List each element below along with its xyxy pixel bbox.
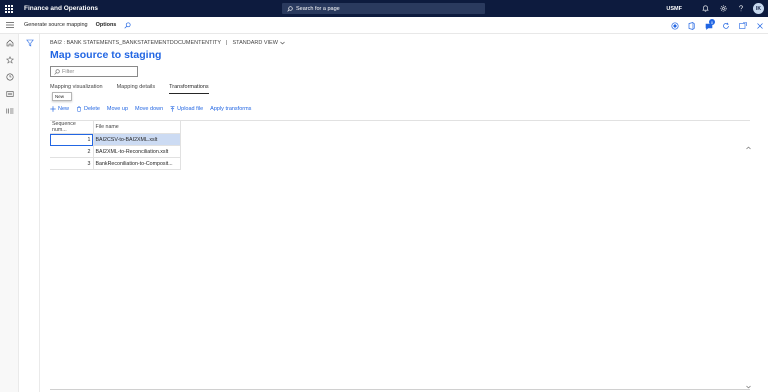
generate-source-mapping-button[interactable]: Generate source mapping <box>24 22 88 28</box>
tab-strip: Mapping visualization Mapping details Tr… <box>50 84 223 94</box>
notification-badge: 0 <box>709 19 715 25</box>
workspaces-icon[interactable] <box>0 86 19 102</box>
view-selector[interactable]: STANDARD VIEW <box>232 40 277 46</box>
app-title[interactable]: Finance and Operations <box>24 5 98 12</box>
file-name-cell[interactable]: BAI2CSV-to-BAI2XML.xslt <box>93 133 181 146</box>
table-row[interactable]: 2 BAI2XML-to-Reconciliation.xslt <box>50 145 181 158</box>
filter-pane <box>19 34 40 392</box>
move-up-button[interactable]: Move up <box>107 106 128 112</box>
sequence-cell[interactable]: 3 <box>50 157 94 170</box>
refresh-icon[interactable] <box>717 17 734 34</box>
hamburger-menu-icon[interactable] <box>0 17 19 34</box>
move-down-button[interactable]: Move down <box>135 106 163 112</box>
page-title: Map source to staging <box>50 49 162 61</box>
favorites-star-icon[interactable] <box>0 52 19 68</box>
table-row[interactable]: 3 BankReconiliation-to-Composit... <box>50 157 181 170</box>
filter-search-icon <box>54 68 60 75</box>
file-name-cell[interactable]: BankReconiliation-to-Composit... <box>93 157 181 170</box>
breadcrumb-entity: BAI2 : BANK STATEMENTS_BANKSTATEMENTDOCU… <box>50 40 222 46</box>
home-icon[interactable] <box>0 35 19 51</box>
notification-icon[interactable]: 0 <box>700 17 717 34</box>
breadcrumb: BAI2 : BANK STATEMENTS_BANKSTATEMENTDOCU… <box>50 40 285 46</box>
new-label: New <box>58 106 70 112</box>
app-launcher-icon[interactable] <box>0 0 18 17</box>
delete-label: Delete <box>84 106 100 112</box>
options-tab[interactable]: Options <box>96 22 117 28</box>
new-button[interactable]: New <box>50 106 69 112</box>
upload-file-button[interactable]: Upload file <box>170 106 203 112</box>
breadcrumb-separator: | <box>226 40 228 46</box>
column-header-file-name[interactable]: File name <box>93 121 181 134</box>
grid-table: Sequence num... File name 1 BAI2CSV-to-B… <box>50 121 181 170</box>
column-header-sequence[interactable]: Sequence num... <box>50 121 94 134</box>
file-name-cell[interactable]: BAI2XML-to-Reconciliation.xslt <box>93 145 181 158</box>
filter-funnel-icon[interactable] <box>19 35 40 51</box>
chevron-down-icon[interactable] <box>280 41 285 45</box>
close-icon[interactable] <box>751 17 768 34</box>
trash-icon <box>76 106 82 112</box>
gear-icon[interactable] <box>714 0 732 17</box>
grid-toolbar: New Delete Move up Move down Upload file… <box>50 104 258 114</box>
modules-list-icon[interactable] <box>0 103 19 119</box>
top-navigation-bar: Finance and Operations Search for a page… <box>0 0 768 17</box>
grid-header-row: Sequence num... File name <box>50 121 181 134</box>
global-search-box[interactable]: Search for a page <box>282 3 485 14</box>
sequence-cell[interactable]: 1 <box>50 133 94 146</box>
search-placeholder: Search for a page <box>296 5 340 12</box>
open-in-new-window-icon[interactable] <box>734 17 751 34</box>
new-tooltip: New <box>52 92 72 101</box>
apply-transforms-button[interactable]: Apply transforms <box>210 106 251 112</box>
bell-icon[interactable] <box>696 0 714 17</box>
left-navigation-pane <box>0 34 19 392</box>
transformations-grid: Sequence num... File name 1 BAI2CSV-to-B… <box>50 120 750 390</box>
filter-input[interactable] <box>62 68 132 75</box>
plus-icon <box>50 106 56 112</box>
recent-clock-icon[interactable] <box>0 69 19 85</box>
diamond-icon[interactable] <box>666 17 683 34</box>
action-pane: Generate source mapping Options 0 <box>0 17 768 34</box>
office-icon[interactable] <box>683 17 700 34</box>
action-search-icon[interactable] <box>124 21 131 29</box>
filter-field[interactable] <box>50 66 138 77</box>
tab-transformations[interactable]: Transformations <box>169 84 209 94</box>
company-selector[interactable]: USMF <box>666 6 682 12</box>
table-row[interactable]: 1 BAI2CSV-to-BAI2XML.xslt <box>50 133 181 146</box>
scroll-down-icon[interactable] <box>746 376 751 392</box>
tab-mapping-details[interactable]: Mapping details <box>117 84 156 94</box>
delete-button[interactable]: Delete <box>76 106 100 112</box>
main-content: BAI2 : BANK STATEMENTS_BANKSTATEMENTDOCU… <box>40 34 768 392</box>
user-avatar[interactable]: IK <box>753 3 764 14</box>
sequence-cell[interactable]: 2 <box>50 145 94 158</box>
help-icon[interactable] <box>732 0 750 17</box>
upload-file-label: Upload file <box>177 106 204 112</box>
search-icon <box>287 5 293 12</box>
scroll-up-icon[interactable] <box>746 137 751 155</box>
upload-icon <box>170 106 175 112</box>
